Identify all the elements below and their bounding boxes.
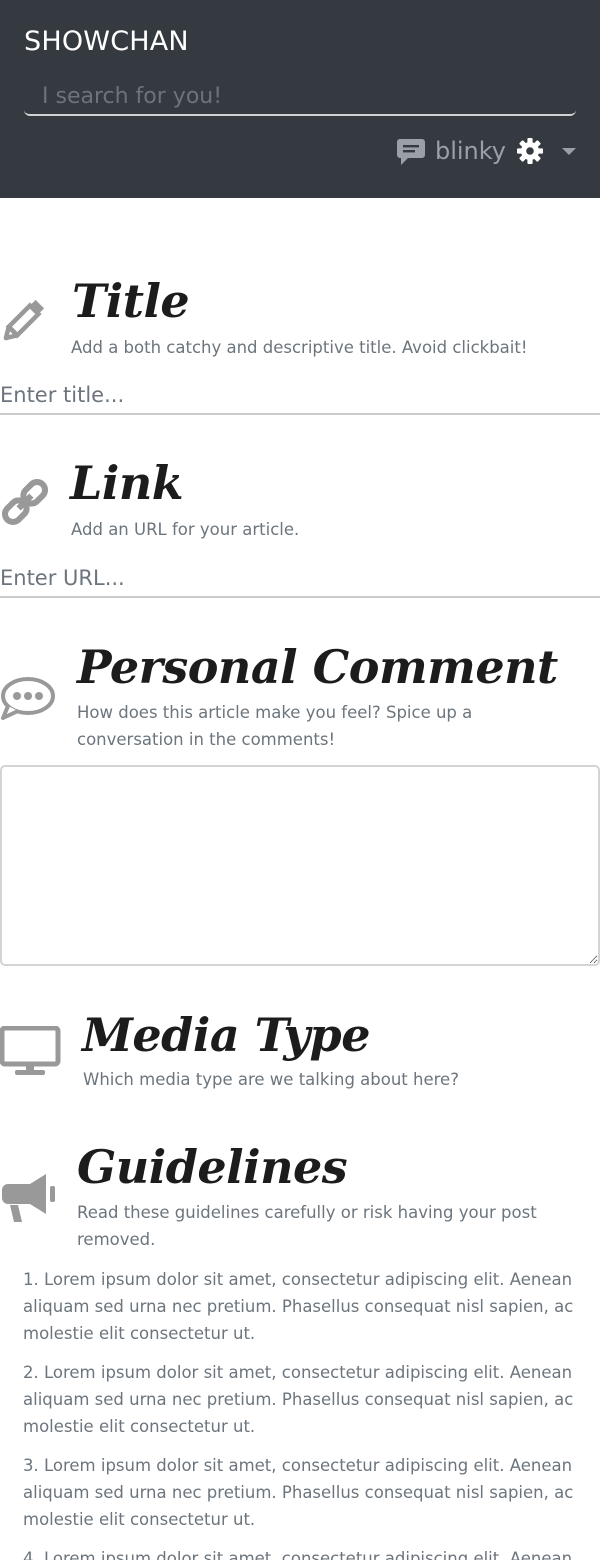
title-input[interactable] [0, 377, 600, 415]
guidelines-description: Read these guidelines carefully or risk … [77, 1203, 537, 1249]
comment-textarea[interactable] [0, 765, 600, 966]
search-input[interactable] [24, 78, 576, 116]
user-menu[interactable]: blinky [395, 134, 576, 168]
monitor-icon [0, 1026, 61, 1075]
comment-dots-icon [1, 677, 55, 720]
comment-description: How does this article make you feel? Spi… [77, 703, 473, 749]
megaphone-icon [2, 1174, 55, 1222]
comment-heading: Personal Comment [77, 640, 558, 694]
title-heading: Title [72, 274, 190, 328]
guidelines-heading: Guidelines [77, 1140, 348, 1194]
guideline-item: 1. Lorem ipsum dolor sit amet, consectet… [23, 1270, 574, 1343]
top-navbar: SHOWCHAN blinky [0, 0, 600, 198]
url-input[interactable] [0, 560, 600, 598]
media-type-heading: Media Type [82, 1008, 370, 1062]
link-icon [1, 478, 49, 526]
guidelines-list: 1. Lorem ipsum dolor sit amet, consectet… [23, 1266, 583, 1560]
guideline-item: 3. Lorem ipsum dolor sit amet, consectet… [23, 1456, 574, 1529]
guideline-item: 4. Lorem ipsum dolor sit amet, consectet… [23, 1549, 573, 1560]
brand-logo[interactable]: SHOWCHAN [24, 26, 189, 57]
link-description: Add an URL for your article. [71, 520, 300, 539]
link-heading: Link [70, 456, 184, 510]
gear-icon[interactable] [516, 137, 544, 165]
pencil-icon [3, 299, 45, 341]
username[interactable]: blinky [435, 137, 506, 165]
chat-bubble-icon[interactable] [395, 135, 427, 167]
caret-down-icon[interactable] [562, 146, 576, 156]
media-type-description: Which media type are we talking about he… [83, 1070, 459, 1089]
title-description: Add a both catchy and descriptive title.… [71, 338, 528, 357]
guideline-item: 2. Lorem ipsum dolor sit amet, consectet… [23, 1363, 574, 1436]
